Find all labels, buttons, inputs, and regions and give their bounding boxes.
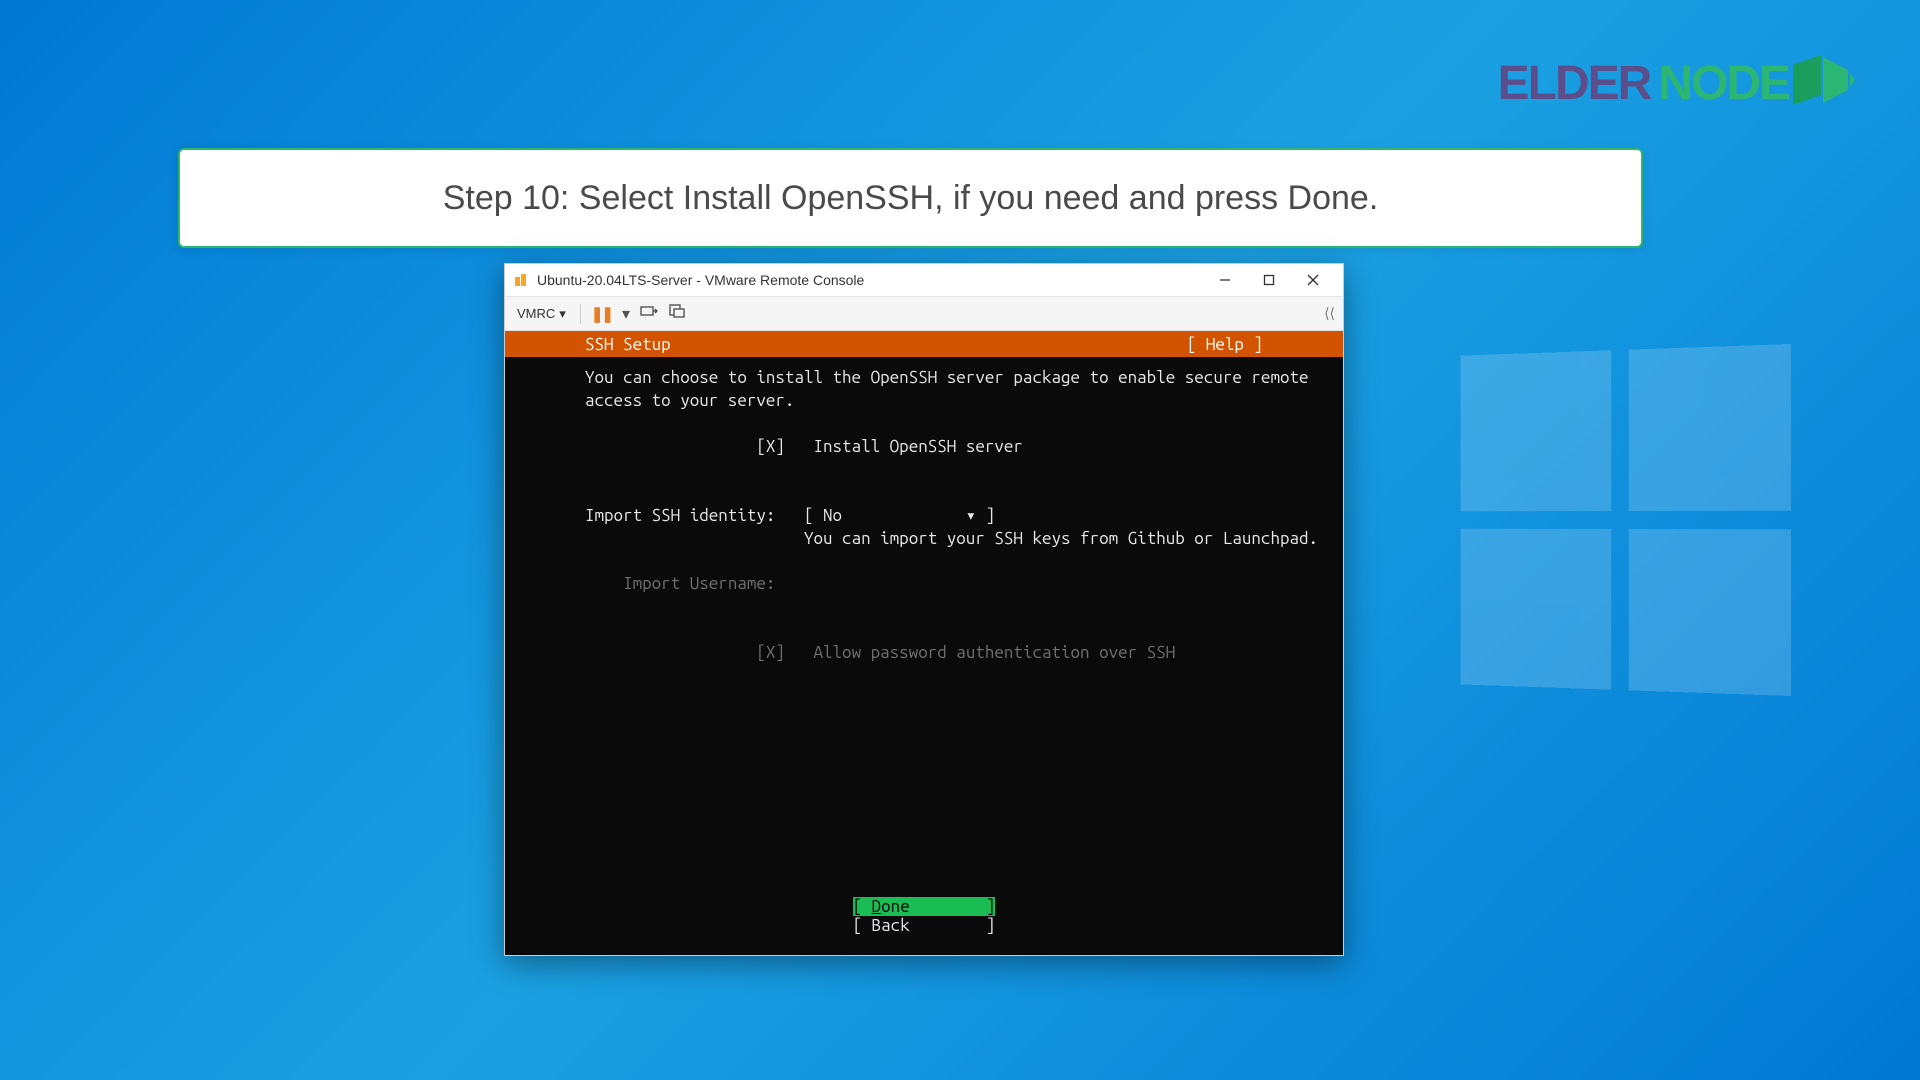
import-identity-row[interactable]: Import SSH identity: [ No ▾ ]	[585, 505, 1263, 528]
allow-password-row: [X] Allow password authentication over S…	[585, 642, 1263, 665]
close-button[interactable]	[1291, 265, 1335, 295]
brand-node: NODE	[1658, 56, 1789, 111]
vmware-app-icon	[513, 272, 529, 288]
maximize-button[interactable]	[1247, 265, 1291, 295]
send-cad-icon[interactable]	[640, 303, 658, 324]
pause-dropdown-icon[interactable]: ▾	[622, 304, 630, 324]
help-button[interactable]: [ Help ]	[1187, 335, 1263, 354]
brand-play-icon	[1793, 55, 1855, 112]
brand-logo: ELDER NODE	[1498, 55, 1855, 112]
chevron-down-icon: ▾	[559, 306, 566, 322]
terminal-screen[interactable]: SSH Setup [ Help ] You can choose to ins…	[505, 331, 1343, 955]
collapse-icon[interactable]: ⟨⟨	[1324, 305, 1335, 322]
windows-logo-bg	[1461, 344, 1791, 696]
description-text: You can choose to install the OpenSSH se…	[585, 367, 1263, 413]
brand-elder: ELDER	[1498, 56, 1651, 111]
installer-footer: [ Done ] [ Back ]	[505, 897, 1343, 935]
import-identity-hint: You can import your SSH keys from Github…	[585, 528, 1263, 551]
back-button[interactable]: [ Back ]	[853, 916, 996, 935]
import-username-row: Import Username:	[585, 573, 1263, 596]
installer-body: You can choose to install the OpenSSH se…	[505, 357, 1343, 665]
installer-header: SSH Setup [ Help ]	[505, 331, 1343, 357]
installer-title: SSH Setup	[585, 335, 1187, 354]
instruction-bar: Step 10: Select Install OpenSSH, if you …	[178, 148, 1643, 248]
minimize-button[interactable]	[1203, 265, 1247, 295]
vmrc-menu[interactable]: VMRC ▾	[513, 306, 570, 322]
window-title: Ubuntu-20.04LTS-Server - VMware Remote C…	[537, 272, 1203, 288]
instruction-text: Step 10: Select Install OpenSSH, if you …	[443, 179, 1379, 218]
vmware-toolbar: VMRC ▾ ❚❚ ▾ ⟨⟨	[505, 297, 1343, 331]
pause-icon[interactable]: ❚❚	[591, 305, 612, 323]
done-button[interactable]: [ Done ]	[853, 897, 996, 916]
install-openssh-row[interactable]: [X] Install OpenSSH server	[585, 436, 1263, 459]
fullscreen-icon[interactable]	[668, 303, 686, 324]
window-titlebar[interactable]: Ubuntu-20.04LTS-Server - VMware Remote C…	[505, 264, 1343, 297]
vmware-window: Ubuntu-20.04LTS-Server - VMware Remote C…	[504, 263, 1344, 956]
